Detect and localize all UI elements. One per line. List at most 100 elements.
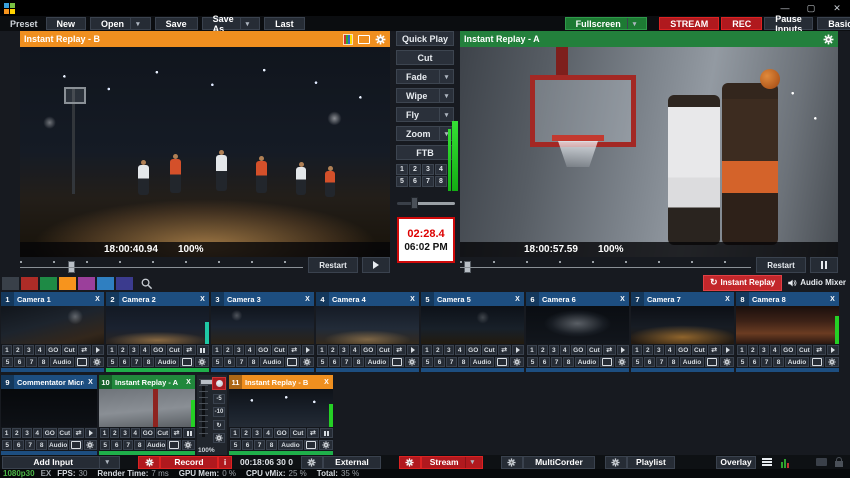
preview-restart-button[interactable]: Restart [308,257,358,273]
program-restart-button[interactable]: Restart [756,257,806,273]
program-video[interactable]: 18:00:57.59 100% [460,47,838,257]
overlay-number-button[interactable]: 7 [422,176,434,187]
gear-icon[interactable] [825,357,839,367]
monitor-icon[interactable] [600,357,614,367]
input-1-button[interactable]: 1 [632,345,642,355]
input-4-button[interactable]: 4 [263,428,273,438]
overlay-number-button[interactable]: 1 [396,164,408,175]
audio-mute-button[interactable] [212,377,226,390]
minus10db-button[interactable]: -10 [213,407,225,417]
input-4-button[interactable]: 4 [770,345,780,355]
transition-fade-button[interactable]: Fade▾ [396,69,454,84]
input-3-button[interactable]: 3 [120,428,129,438]
input-6-button[interactable]: 6 [224,357,235,367]
gear-icon[interactable] [405,357,419,367]
gear-icon[interactable] [720,357,734,367]
input-cut-button[interactable]: Cut [797,345,812,355]
input-1-button[interactable]: 1 [317,345,327,355]
play-button[interactable] [92,345,105,355]
fullscreen-button[interactable]: Fullscreen▾ [565,17,648,30]
chevron-down-icon[interactable]: ▾ [130,18,140,29]
input-cut-button[interactable]: Cut [692,345,707,355]
input-titlebar[interactable]: 8Camera 8X [736,292,839,306]
monitor-icon[interactable] [495,357,509,367]
audio-meters-icon[interactable] [778,456,792,468]
input-8-button[interactable]: 8 [353,357,364,367]
input-5-button[interactable]: 5 [212,357,223,367]
input-go-button[interactable]: GO [274,428,289,438]
monitor-icon[interactable] [705,357,719,367]
monitor-icon[interactable] [69,440,82,450]
loop-icon[interactable]: ⇄ [498,345,511,355]
input-audio-button[interactable]: Audio [146,440,166,450]
input-4-button[interactable]: 4 [131,428,140,438]
input-5-button[interactable]: 5 [230,440,241,450]
input-4-button[interactable]: 4 [665,345,675,355]
input-7-button[interactable]: 7 [761,357,772,367]
input-4-button[interactable]: 4 [140,345,150,355]
input-titlebar[interactable]: 1Camera 1X [1,292,104,306]
input-6-button[interactable]: 6 [329,357,340,367]
color-bars-icon[interactable] [343,34,353,45]
input-go-button[interactable]: GO [46,345,61,355]
input-1-button[interactable]: 1 [422,345,432,355]
new-button[interactable]: New [46,17,87,30]
chevron-down-icon[interactable]: ▾ [465,457,475,468]
input-1-button[interactable]: 1 [737,345,747,355]
input-6-button[interactable]: 6 [14,357,25,367]
input-5-button[interactable]: 5 [2,357,13,367]
minus5db-button[interactable]: -5 [213,394,225,404]
input-thumbnail[interactable] [211,306,314,344]
input-2-button[interactable]: 2 [223,345,233,355]
program-scrubber[interactable] [460,259,751,272]
preview-play-button[interactable] [362,257,390,273]
input-titlebar[interactable]: 3Camera 3X [211,292,314,306]
input-titlebar[interactable]: 6Camera 6X [526,292,629,306]
gear-icon[interactable] [823,34,834,45]
last-button[interactable]: Last [264,17,305,30]
input-5-button[interactable]: 5 [527,357,538,367]
input-cut-button[interactable]: Cut [587,345,602,355]
pause-button[interactable] [320,428,333,438]
loop-icon[interactable]: ⇄ [813,345,826,355]
external-button[interactable]: External [323,456,381,469]
input-4-button[interactable]: 4 [245,345,255,355]
input-5-button[interactable]: 5 [107,357,118,367]
close-icon[interactable]: X [616,296,629,303]
play-button[interactable] [617,345,630,355]
input-5-button[interactable]: 5 [632,357,643,367]
multicorder-button[interactable]: MultiCorder [523,456,595,469]
category-color-swatch[interactable] [78,277,95,290]
input-6-button[interactable]: 6 [13,440,23,450]
input-go-button[interactable]: GO [571,345,586,355]
input-go-button[interactable]: GO [676,345,691,355]
input-6-button[interactable]: 6 [749,357,760,367]
input-8-button[interactable]: 8 [458,357,469,367]
input-cut-button[interactable]: Cut [156,428,170,438]
gear-icon[interactable] [510,357,524,367]
captions-icon[interactable] [814,456,828,468]
input-7-button[interactable]: 7 [123,440,133,450]
input-go-button[interactable]: GO [466,345,481,355]
gear-icon[interactable] [195,357,209,367]
input-5-button[interactable]: 5 [2,440,12,450]
gear-icon[interactable] [375,34,386,45]
chevron-down-icon[interactable]: ▾ [627,18,637,29]
input-cut-button[interactable]: Cut [58,428,72,438]
input-6-button[interactable]: 6 [111,440,121,450]
input-go-button[interactable]: GO [43,428,57,438]
input-thumbnail[interactable] [229,389,333,427]
input-2-button[interactable]: 2 [433,345,443,355]
input-8-button[interactable]: 8 [266,440,277,450]
input-4-button[interactable]: 4 [35,345,45,355]
input-2-button[interactable]: 2 [12,428,21,438]
reset-icon[interactable]: ↻ [213,420,225,430]
input-cut-button[interactable]: Cut [482,345,497,355]
search-icon[interactable] [139,277,153,289]
tbar-handle[interactable] [411,197,418,209]
category-color-swatch[interactable] [97,277,114,290]
input-7-button[interactable]: 7 [446,357,457,367]
input-titlebar[interactable]: 11Instant Replay - BX [229,375,333,389]
gear-icon[interactable] [182,440,195,450]
category-color-swatch[interactable] [40,277,57,290]
